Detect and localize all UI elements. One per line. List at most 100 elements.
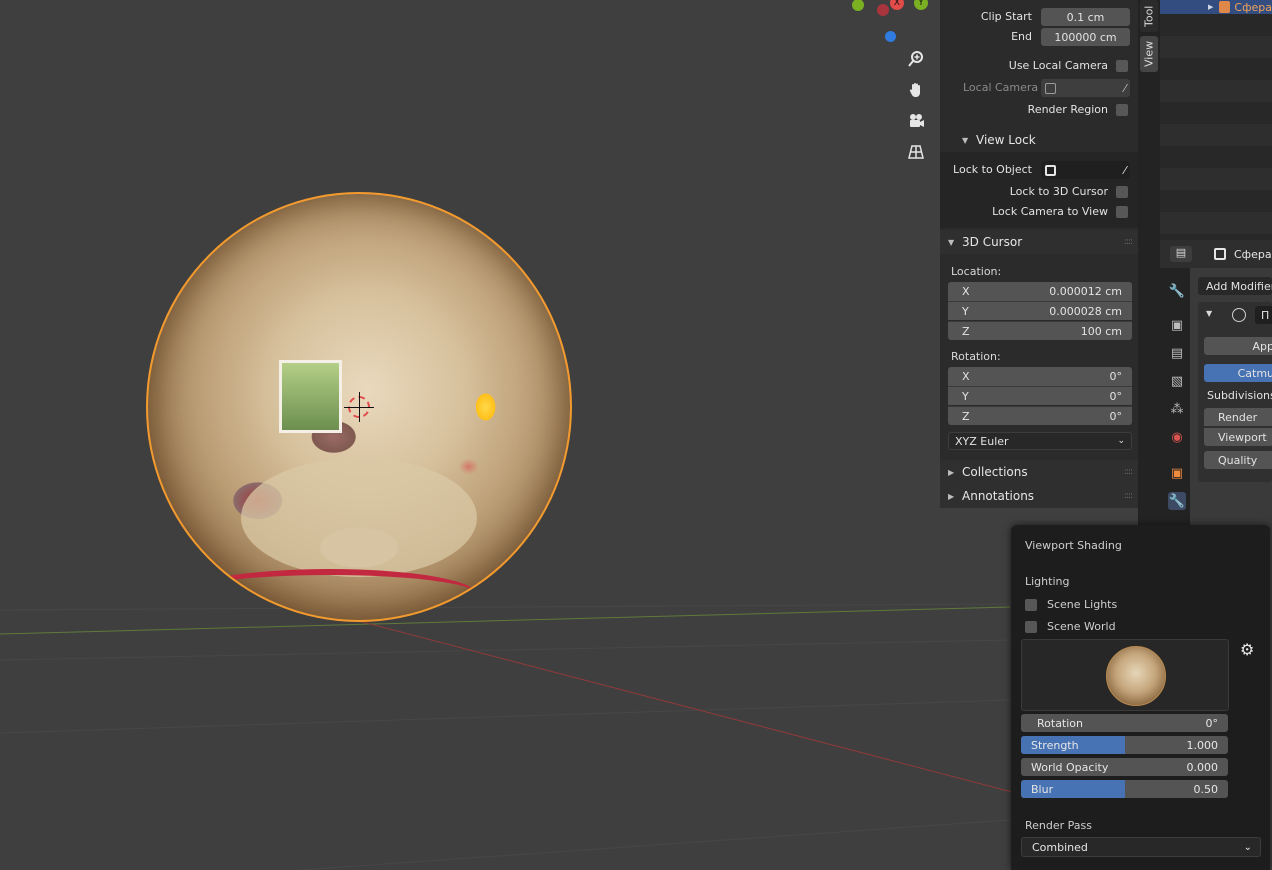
modifier-name-field[interactable]: П (1255, 306, 1272, 324)
pan-hand-icon[interactable] (902, 76, 930, 104)
axis-value: 100 cm (1080, 324, 1122, 338)
eyedropper-icon[interactable]: ⁄ (1124, 164, 1126, 177)
tool-icon[interactable]: 🔧 (1168, 282, 1186, 300)
outliner-row[interactable] (1160, 80, 1272, 102)
local-camera-field[interactable]: ⁄ (1041, 79, 1130, 97)
rotation-y-field[interactable]: Y 0° (948, 386, 1132, 405)
scene-lights-checkbox[interactable] (1025, 598, 1037, 611)
rotation-label: Rotation: (951, 350, 1001, 363)
outliner-row[interactable] (1160, 36, 1272, 58)
render-pass-select[interactable]: Combined ⌄ (1021, 837, 1261, 857)
3d-cursor-icon[interactable] (344, 392, 374, 422)
outliner-row[interactable] (1160, 212, 1272, 234)
zoom-icon[interactable] (902, 45, 930, 73)
clip-start-label: Clip Start (980, 10, 1032, 23)
collapse-triangle-icon: ▶ (948, 491, 955, 501)
hdri-rotation-slider[interactable]: Rotation 0° (1021, 714, 1228, 732)
rotation-x-field[interactable]: X 0° (948, 367, 1132, 386)
object-icon (1214, 248, 1226, 260)
view-layer-icon[interactable]: ▧ (1168, 372, 1186, 390)
expand-triangle-icon: ▼ (948, 237, 955, 247)
output-icon[interactable]: ▤ (1168, 344, 1186, 362)
use-local-camera-label: Use Local Camera (1008, 59, 1108, 72)
render-icon[interactable]: ▣ (1168, 316, 1186, 334)
lock-to-object-label: Lock to Object (953, 163, 1032, 176)
render-region-checkbox[interactable] (1116, 104, 1128, 116)
camera-view-icon[interactable] (902, 107, 930, 135)
perspective-grid-icon[interactable] (902, 138, 930, 166)
scene-icon[interactable]: ⁂ (1168, 400, 1186, 418)
blur-slider[interactable]: Blur 0.50 (1021, 780, 1228, 798)
viewport-shading-popover: Viewport Shading Lighting Scene Lights S… (1011, 525, 1270, 870)
rotation-mode-select[interactable]: XYZ Euler ⌄ (948, 432, 1132, 450)
gizmo-x-neg-dot[interactable] (877, 4, 889, 16)
rotation-mode-value: XYZ Euler (955, 434, 1009, 448)
drag-grip-icon[interactable]: :::: (1124, 237, 1133, 247)
apply-button[interactable]: App (1204, 337, 1272, 355)
hdri-preview-box[interactable] (1021, 639, 1229, 711)
location-z-field[interactable]: Z 100 cm (948, 321, 1132, 340)
world-opacity-slider[interactable]: World Opacity 0.000 (1021, 758, 1228, 776)
properties-object-name: Сфера (1234, 247, 1272, 261)
lock-to-3d-cursor-checkbox[interactable] (1116, 186, 1128, 198)
local-camera-label: Local Camera (963, 81, 1039, 94)
properties-editor: ▤ Сфера 🔧 ▣ ▤ ▧ ⁂ ◉ ▣ 🔧 Add Modifier ▼ П… (1160, 240, 1272, 530)
axis-value: 0° (1109, 370, 1123, 383)
location-y-field[interactable]: Y 0.000028 cm (948, 301, 1132, 320)
3d-cursor-header[interactable]: ▼ 3D Cursor :::: (940, 230, 1140, 254)
add-modifier-button[interactable]: Add Modifier (1198, 277, 1272, 295)
outliner-row[interactable] (1160, 124, 1272, 146)
annotations-title: Annotations (962, 489, 1035, 503)
axis-label: X (962, 370, 970, 383)
outliner-row-selected[interactable]: ▶ Сфера (1160, 0, 1272, 14)
eyedropper-icon[interactable]: ⁄ (1124, 82, 1126, 95)
scene-lights-row[interactable]: Scene Lights (1025, 598, 1117, 611)
drag-grip-icon[interactable]: :::: (1124, 467, 1133, 477)
lock-camera-to-view-checkbox[interactable] (1116, 206, 1128, 218)
collections-title: Collections (962, 465, 1028, 479)
slider-label: Strength (1031, 738, 1079, 752)
expand-triangle-icon[interactable]: ▼ (1206, 309, 1212, 318)
catmull-clark-button[interactable]: Catmu (1204, 364, 1272, 382)
drag-grip-icon[interactable]: :::: (1124, 491, 1133, 501)
clip-start-field[interactable]: 0.1 cm (1041, 8, 1130, 26)
axis-value: 0.000028 cm (1049, 304, 1122, 318)
slider-label: Blur (1031, 782, 1054, 796)
lock-camera-to-view-label: Lock Camera to View (992, 205, 1108, 218)
tab-tool[interactable]: Tool (1140, 0, 1158, 32)
strength-slider[interactable]: Strength 1.000 (1021, 736, 1228, 754)
scene-world-label: Scene World (1047, 620, 1116, 633)
outliner-row[interactable] (1160, 168, 1272, 190)
axis-value: 0° (1109, 409, 1123, 423)
mesh-object-icon (1219, 1, 1231, 13)
collections-header[interactable]: ▶ Collections :::: (940, 460, 1140, 484)
scene-world-checkbox[interactable] (1025, 620, 1037, 633)
clip-end-field[interactable]: 100000 cm (1041, 28, 1130, 46)
editor-type-icon[interactable]: ▤ (1170, 246, 1192, 262)
lock-to-object-field[interactable]: ⁄ (1041, 161, 1130, 179)
tab-view[interactable]: View (1140, 36, 1158, 72)
render-levels-field[interactable]: Render (1204, 408, 1272, 426)
annotations-header[interactable]: ▶ Annotations :::: (940, 484, 1140, 508)
viewport-levels-field[interactable]: Viewport (1204, 428, 1272, 446)
scene-world-row[interactable]: Scene World (1025, 620, 1116, 633)
chevron-down-icon: ⌄ (1117, 436, 1125, 446)
rotation-z-field[interactable]: Z 0° (948, 406, 1132, 425)
gizmo-x-label: X (893, 0, 901, 8)
world-icon[interactable]: ◉ (1168, 428, 1186, 446)
sidebar-tab-strip: Tool View (1138, 0, 1160, 530)
object-properties-icon[interactable]: ▣ (1168, 464, 1186, 482)
use-local-camera-checkbox[interactable] (1116, 60, 1128, 72)
expand-arrow-icon[interactable]: ▶ (1208, 3, 1213, 11)
properties-header: ▤ Сфера (1160, 240, 1272, 268)
location-x-field[interactable]: X 0.000012 cm (948, 282, 1132, 301)
gizmo-z-neg-dot[interactable] (885, 31, 896, 42)
axis-label: Z (962, 409, 970, 423)
subdivisions-label: Subdivisions: (1207, 389, 1272, 402)
quality-field[interactable]: Quality (1204, 451, 1272, 469)
view-lock-header[interactable]: ▼ View Lock (940, 128, 1140, 152)
modifier-wrench-icon[interactable]: 🔧 (1168, 492, 1186, 510)
gear-icon[interactable]: ⚙ (1240, 640, 1254, 659)
collapse-triangle-icon: ▶ (948, 467, 955, 477)
slider-label: World Opacity (1031, 760, 1109, 774)
